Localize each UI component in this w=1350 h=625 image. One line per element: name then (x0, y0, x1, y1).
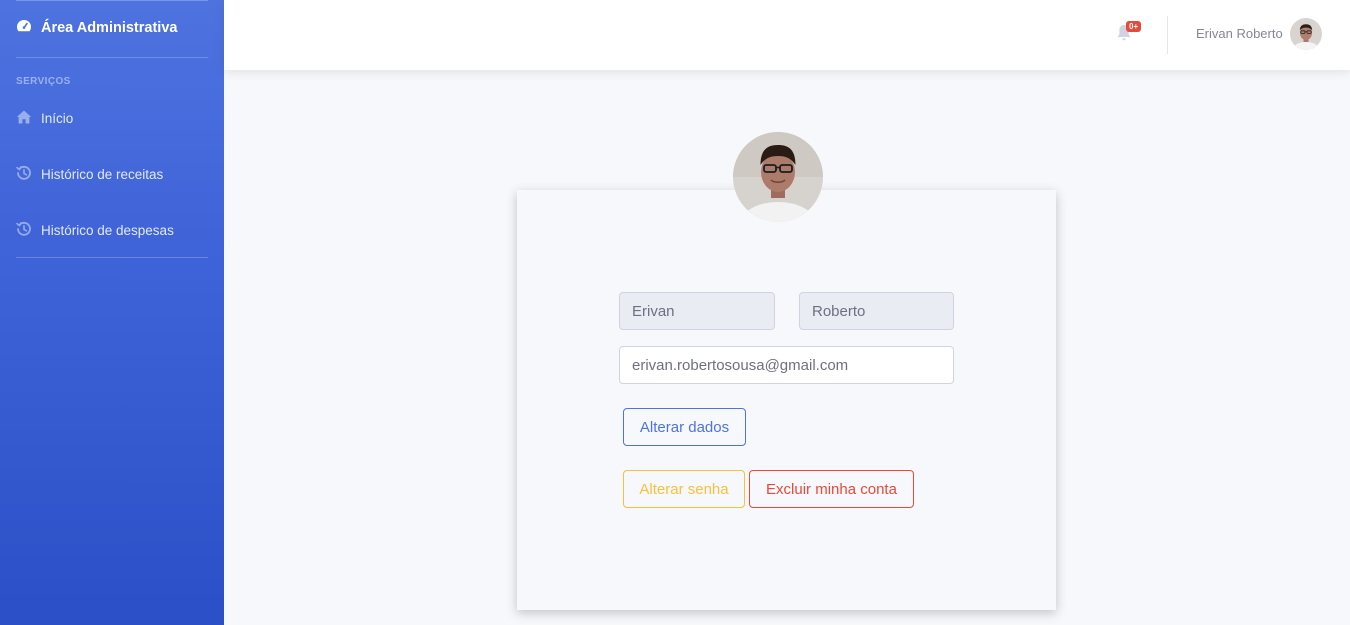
topbar-divider (1167, 16, 1168, 54)
sidebar-item-label: Início (41, 111, 74, 126)
sidebar-brand[interactable]: Área Administrativa (16, 18, 177, 38)
sidebar-item-label: Histórico de receitas (41, 167, 164, 182)
home-icon (16, 109, 32, 128)
sidebar-item-historico-despesas[interactable]: Histórico de despesas (16, 221, 174, 240)
sidebar-top-divider (16, 0, 208, 1)
sidebar: Área Administrativa SERVIÇOS Início Hist… (0, 0, 224, 625)
sidebar-divider (16, 57, 208, 58)
delete-account-button[interactable]: Excluir minha conta (749, 470, 914, 508)
change-password-button[interactable]: Alterar senha (623, 470, 745, 508)
history-icon (16, 221, 32, 240)
first-name-field[interactable] (619, 292, 775, 330)
sidebar-brand-label: Área Administrativa (41, 20, 178, 36)
update-data-button[interactable]: Alterar dados (623, 408, 746, 446)
notifications-button[interactable]: 0+ (1116, 21, 1142, 46)
history-icon (16, 165, 32, 184)
last-name-field[interactable] (799, 292, 954, 330)
sidebar-item-historico-receitas[interactable]: Histórico de receitas (16, 165, 163, 184)
profile-avatar (733, 132, 823, 222)
sidebar-divider (16, 257, 208, 258)
profile-card (517, 190, 1056, 610)
email-field[interactable] (619, 346, 954, 384)
user-name[interactable]: Erivan Roberto (1196, 26, 1283, 41)
sidebar-section-heading: SERVIÇOS (16, 76, 71, 87)
sidebar-item-label: Histórico de despesas (41, 223, 174, 238)
sidebar-item-inicio[interactable]: Início (16, 109, 73, 128)
tachometer-icon (16, 18, 32, 38)
avatar[interactable] (1290, 18, 1322, 50)
topbar: 0+ Erivan Roberto (224, 0, 1350, 70)
notification-badge: 0+ (1126, 21, 1142, 32)
